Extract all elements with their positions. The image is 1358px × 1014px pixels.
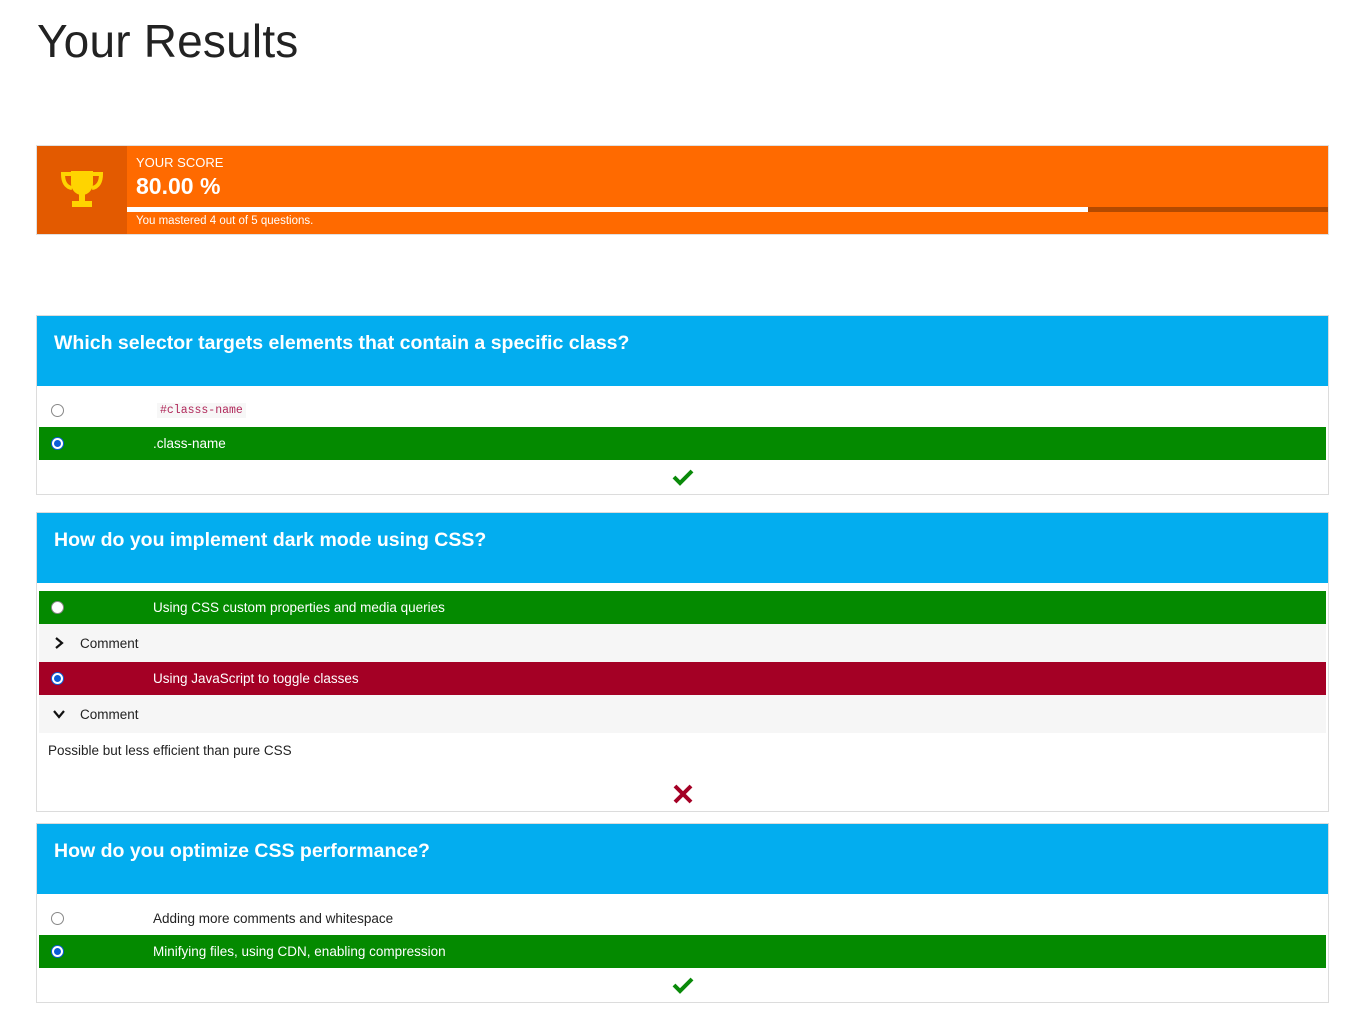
chevron-right-icon xyxy=(55,637,64,649)
radio-button[interactable] xyxy=(51,911,64,925)
score-progress-fill xyxy=(127,207,1088,212)
answer-option-label: Using JavaScript to toggle classes xyxy=(153,671,359,686)
cross-icon xyxy=(673,784,692,804)
answer-option-correct[interactable]: Using CSS custom properties and media qu… xyxy=(39,591,1326,624)
question-card: How do you implement dark mode using CSS… xyxy=(36,512,1329,812)
radio-button[interactable] xyxy=(51,600,64,614)
question-title: How do you implement dark mode using CSS… xyxy=(37,513,1328,583)
score-caption: You mastered 4 out of 5 questions. xyxy=(136,215,314,227)
score-label: YOUR SCORE xyxy=(136,155,224,170)
comment-toggle-expanded[interactable]: Comment xyxy=(39,695,1326,733)
score-icon-box xyxy=(37,146,127,234)
chevron-down-icon xyxy=(53,710,65,719)
question-title: How do you optimize CSS performance? xyxy=(37,824,1328,894)
answer-option-correct[interactable]: .class-name xyxy=(39,427,1326,460)
radio-button-selected[interactable] xyxy=(51,944,64,958)
answer-option-label: Adding more comments and whitespace xyxy=(153,911,394,926)
question-title: Which selector targets elements that con… xyxy=(37,316,1328,386)
answer-option-wrong[interactable]: Using JavaScript to toggle classes xyxy=(39,662,1326,695)
radio-button-selected[interactable] xyxy=(51,436,64,450)
result-indicator xyxy=(39,777,1326,811)
answer-option-label: #classs-name xyxy=(157,403,246,418)
answer-option-label: Using CSS custom properties and media qu… xyxy=(153,600,445,615)
answer-option[interactable]: Adding more comments and whitespace xyxy=(39,902,1326,935)
answer-option-label: .class-name xyxy=(153,436,226,451)
result-indicator xyxy=(39,968,1326,1002)
comment-text: Possible but less efficient than pure CS… xyxy=(48,743,292,758)
score-progress-bar xyxy=(127,207,1328,212)
result-indicator xyxy=(39,460,1326,494)
answer-option-correct[interactable]: Minifying files, using CDN, enabling com… xyxy=(39,935,1326,968)
score-banner: YOUR SCORE 80.00 % You mastered 4 out of… xyxy=(36,145,1329,235)
answer-option-label: Minifying files, using CDN, enabling com… xyxy=(153,944,446,959)
checkmark-icon xyxy=(672,469,693,486)
trophy-icon xyxy=(60,171,104,207)
score-value: 80.00 % xyxy=(136,173,221,199)
checkmark-icon xyxy=(672,977,693,994)
comment-label: Comment xyxy=(80,635,139,651)
question-card: Which selector targets elements that con… xyxy=(36,315,1329,495)
page-title: Your Results xyxy=(37,15,299,67)
comment-toggle-collapsed[interactable]: Comment xyxy=(39,624,1326,662)
radio-button[interactable] xyxy=(51,403,64,417)
radio-button-selected[interactable] xyxy=(51,671,64,685)
question-card: How do you optimize CSS performance? Add… xyxy=(36,823,1329,1003)
answer-option[interactable]: #classs-name xyxy=(39,394,1326,427)
comment-label: Comment xyxy=(80,706,139,722)
